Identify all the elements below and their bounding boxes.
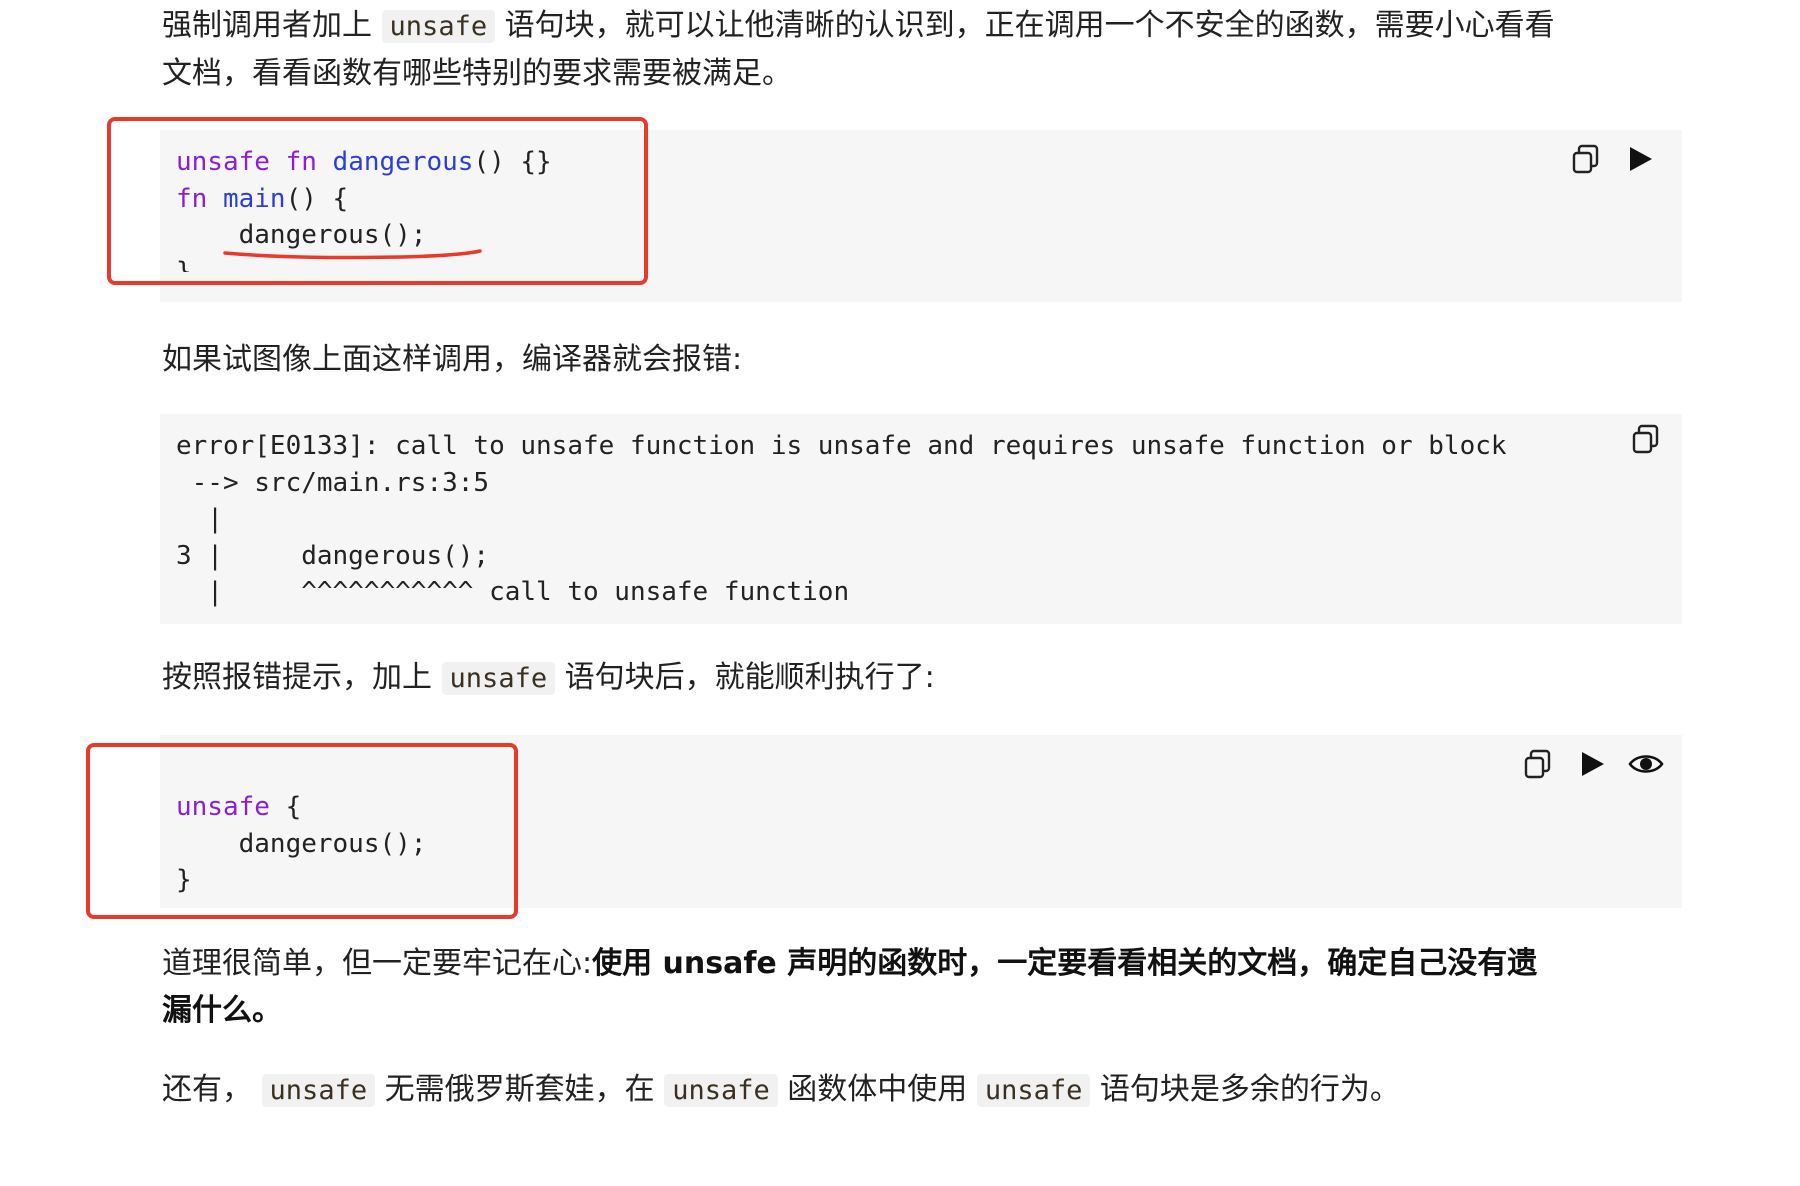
text: 如果试图像上面这样调用，编译器就会报错: (162, 342, 743, 377)
error-line: | ^^^^^^^^^^^ call to unsafe function (176, 577, 850, 607)
paragraph-fix: 按照报错提示，加上 unsafe 语句块后，就能顺利执行了: (162, 654, 1682, 702)
run-button[interactable] (1572, 745, 1612, 783)
play-icon (1630, 147, 1652, 171)
code-toolbar (1552, 140, 1660, 178)
run-button[interactable] (1620, 140, 1660, 178)
text: 语句块后，就能顺利执行了: (564, 660, 935, 695)
copy-button[interactable] (1566, 140, 1606, 178)
eye-icon (1628, 755, 1664, 773)
code-block-error: error[E0133]: call to unsafe function is… (160, 414, 1682, 624)
text: 还有， (162, 1072, 252, 1107)
text: 文档，看看函数有哪些特别的要求需要被满足。 (162, 56, 792, 91)
text: 语句块是多余的行为。 (1099, 1072, 1400, 1107)
paragraph-nesting: 还有， unsafe 无需俄罗斯套娃，在 unsafe 函数体中使用 unsaf… (162, 1066, 1682, 1114)
play-icon (1582, 752, 1604, 776)
error-line: | (176, 504, 223, 534)
keyword: fn (176, 183, 208, 214)
keyword: unsafe (176, 792, 270, 822)
paragraph-principle: 道理很简单，但一定要牢记在心:使用 unsafe 声明的函数时，一定要看看相关的… (162, 940, 1682, 1034)
code-text: dangerous(); (176, 828, 427, 859)
inline-code: unsafe (441, 662, 556, 695)
inline-code: unsafe (261, 1074, 376, 1107)
code-block-unsafe-fn: unsafe fn dangerous() {} fn main() { dan… (160, 130, 1682, 302)
code-text: () { (285, 183, 349, 214)
inline-code: unsafe (976, 1074, 1091, 1107)
error-line: --> src/main.rs:3:5 (176, 467, 490, 498)
keyword: unsafe (176, 147, 270, 177)
keyword: fn (285, 147, 317, 177)
paragraph-intro: 强制调用者加上 unsafe 语句块，就可以让他清晰的认识到，正在调用一个不安全… (162, 2, 1682, 97)
text: 无需俄罗斯套娃，在 (384, 1072, 655, 1107)
copy-icon (1524, 749, 1551, 779)
copy-button[interactable] (1518, 745, 1558, 783)
error-line: 3 | dangerous(); (176, 540, 490, 571)
error-output: error[E0133]: call to unsafe function is… (176, 428, 1646, 611)
code-toolbar (1504, 745, 1666, 783)
error-line: error[E0133]: call to unsafe function is… (176, 431, 1507, 461)
text: 函数体中使用 (787, 1072, 968, 1107)
show-hidden-lines-button[interactable] (1626, 745, 1666, 783)
code-text: { (269, 792, 302, 822)
red-underline-annotation (223, 249, 482, 260)
text: 道理很简单，但一定要牢记在心: (162, 946, 593, 981)
code-text: } (176, 865, 192, 895)
text: 语句块，就可以让他清晰的认识到，正在调用一个不安全的函数，需要小心看看 (504, 8, 1555, 43)
function-name: main (222, 183, 286, 214)
bold-text: 漏什么。 (162, 993, 282, 1028)
code-text: () {} (473, 147, 552, 177)
bold-text: 使用 unsafe 声明的函数时，一定要看看相关的文档，确定自己没有遗 (592, 946, 1538, 981)
copy-icon (1632, 424, 1659, 454)
code-block-unsafe-block: unsafe { dangerous(); } (160, 735, 1682, 908)
paragraph-error-intro: 如果试图像上面这样调用，编译器就会报错: (162, 336, 1682, 383)
function-name: dangerous (332, 147, 474, 177)
copy-button[interactable] (1626, 420, 1666, 458)
inline-code: unsafe (664, 1074, 778, 1107)
code-content: unsafe { dangerous(); } (176, 789, 426, 899)
inline-code: unsafe (381, 10, 496, 43)
code-text: } (176, 256, 192, 273)
text: 强制调用者加上 (162, 8, 372, 43)
copy-icon (1572, 144, 1599, 174)
text: 按照报错提示，加上 (162, 660, 432, 695)
code-toolbar (1612, 420, 1666, 458)
